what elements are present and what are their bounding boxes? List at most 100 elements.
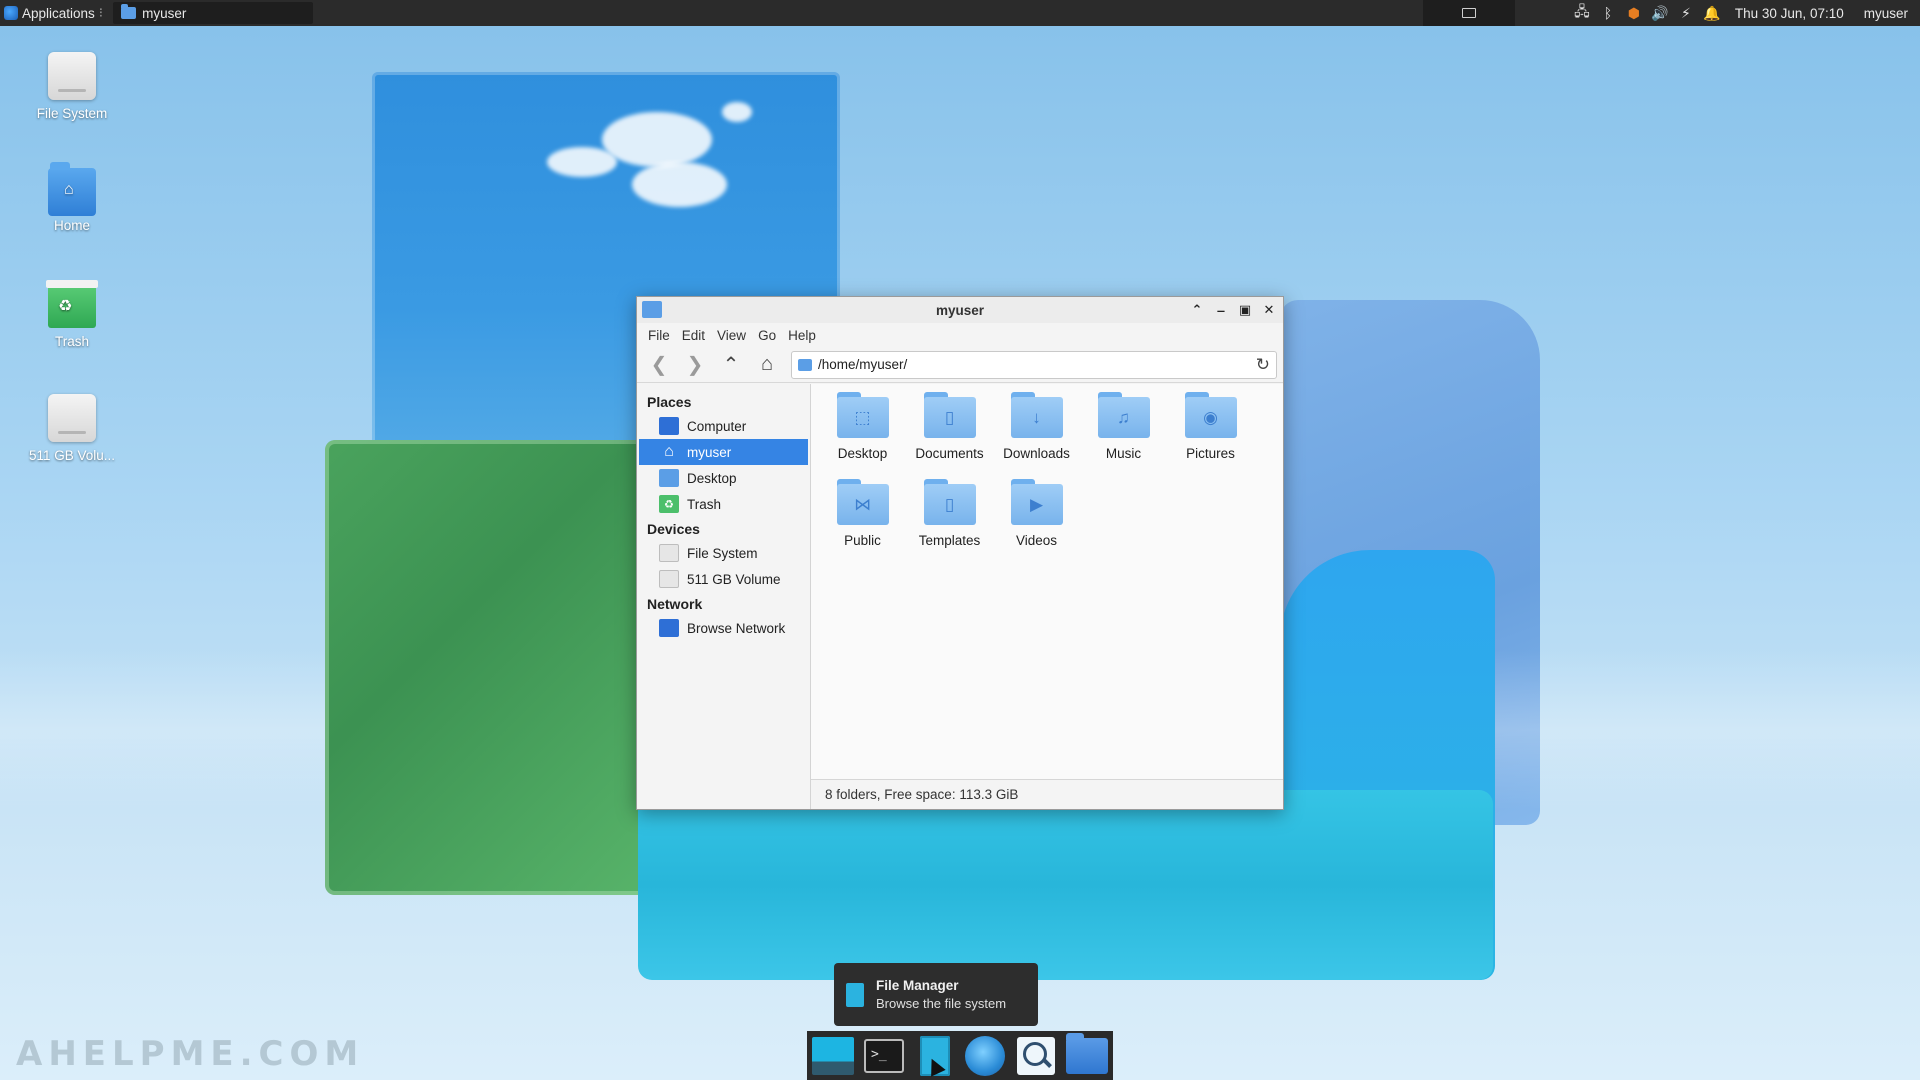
folder-pictures[interactable]: ◉ Pictures [1167, 392, 1254, 461]
desktop-icon-label: File System [36, 106, 108, 121]
notification-bell-icon[interactable]: 🔔 [1703, 4, 1721, 22]
location-path[interactable]: /home/myuser/ [818, 357, 1250, 372]
home-folder-icon [121, 4, 137, 19]
trash-icon: ♻ [46, 280, 98, 328]
taskbar-window-button[interactable]: myuser [113, 2, 314, 24]
user-menu[interactable]: myuser [1864, 6, 1908, 21]
desktop-icon-label: Home [53, 218, 90, 233]
maximize-button[interactable]: ▣ [1235, 300, 1255, 320]
xfce-logo-icon [4, 6, 18, 20]
tooltip-title: File Manager [876, 978, 959, 993]
terminal-icon: >_ [864, 1038, 904, 1073]
folder-grid: ⬚ Desktop ▯ Documents ↓ Downloads ♫ Musi… [819, 392, 1254, 548]
folder-downloads[interactable]: ↓ Downloads [993, 392, 1080, 461]
disk-icon [48, 394, 96, 442]
sidebar-item-label: 511 GB Volume [687, 571, 781, 587]
menu-file[interactable]: File [643, 326, 675, 345]
forward-button[interactable]: ❯ [679, 351, 711, 379]
network-icon [659, 619, 679, 637]
sidebar-item-volume[interactable]: 511 GB Volume [639, 566, 808, 592]
desktop-icon-file-system[interactable]: File System [12, 52, 132, 121]
sidebar-item-file-system[interactable]: File System [639, 540, 808, 566]
home-button[interactable]: ⌂ [751, 351, 783, 379]
sidebar-item-desktop[interactable]: Desktop [639, 465, 808, 491]
desktop-icon-home[interactable]: ⌂ Home [12, 162, 132, 233]
dock-folder[interactable] [1064, 1032, 1109, 1078]
menu-view[interactable]: View [712, 326, 751, 345]
dock-show-desktop[interactable] [811, 1034, 856, 1078]
top-panel: Applications ⁝ myuser 🖧 ᛒ ⬢ 🔊 ⚡ 🔔 Thu 30… [0, 0, 1920, 26]
sidebar-header-places: Places [647, 394, 692, 410]
network-icon[interactable]: 🖧 [1573, 3, 1591, 22]
menu-help[interactable]: Help [783, 326, 821, 345]
menu-go[interactable]: Go [753, 326, 781, 345]
bluetooth-icon[interactable]: ᛒ [1599, 4, 1617, 22]
menu-separator-icon: ⁝ [98, 5, 104, 20]
system-tray: 🖧 ᛒ ⬢ 🔊 ⚡ 🔔 Thu 30 Jun, 07:10 myuser [1573, 0, 1920, 26]
sidebar-header-network: Network [647, 596, 703, 612]
location-bar[interactable]: /home/myuser/ ↻ [791, 350, 1277, 379]
reload-icon[interactable]: ↻ [1256, 355, 1270, 375]
disk-icon [659, 544, 679, 562]
dock-app-finder[interactable] [1014, 1034, 1059, 1078]
folder-label: Public [844, 533, 881, 548]
sidebar-item-myuser[interactable]: ⌂ myuser [639, 439, 808, 465]
downloads-folder-icon: ↓ [1010, 392, 1063, 438]
shade-button[interactable]: ⌃ [1187, 300, 1207, 320]
folder-music[interactable]: ♫ Music [1080, 392, 1167, 461]
folder-templates[interactable]: ▯ Templates [906, 479, 993, 548]
sidebar-item-trash[interactable]: ♻ Trash [639, 491, 808, 517]
wallpaper-cyan-panel [638, 790, 1493, 980]
desktop-folder-icon: ⬚ [836, 392, 889, 438]
dock-web-browser[interactable] [963, 1034, 1008, 1078]
dock-terminal[interactable]: >_ [862, 1034, 907, 1078]
folder-desktop[interactable]: ⬚ Desktop [819, 392, 906, 461]
folder-label: Desktop [837, 446, 888, 461]
home-icon: ⌂ [664, 443, 674, 460]
status-bar: 8 folders, Free space: 113.3 GiB [811, 779, 1283, 809]
disk-icon [48, 52, 96, 100]
clock[interactable]: Thu 30 Jun, 07:10 [1735, 6, 1844, 21]
folder-documents[interactable]: ▯ Documents [906, 392, 993, 461]
applications-label: Applications [22, 5, 95, 21]
sidebar-item-browse-network[interactable]: Browse Network [639, 615, 808, 641]
menu-edit[interactable]: Edit [677, 326, 710, 345]
update-shield-icon[interactable]: ⬢ [1625, 4, 1643, 22]
folder-public[interactable]: ⋈ Public [819, 479, 906, 548]
close-button[interactable]: ✕ [1259, 300, 1279, 320]
window-titlebar[interactable]: myuser ⌃ ‒ ▣ ✕ [637, 297, 1283, 323]
sidebar: Places Computer ⌂ myuser Desktop ♻ Trash… [637, 384, 811, 809]
show-desktop-icon [812, 1036, 855, 1075]
templates-folder-icon: ▯ [923, 479, 976, 525]
power-icon[interactable]: ⚡ [1677, 4, 1695, 22]
folder-videos[interactable]: ▶ Videos [993, 479, 1080, 548]
desktop-icon-volume[interactable]: 511 GB Volu... [12, 394, 132, 463]
workspace-switcher[interactable] [1422, 0, 1515, 26]
minimize-button[interactable]: ‒ [1211, 300, 1231, 320]
sidebar-item-label: Browse Network [687, 620, 786, 636]
trash-icon: ♻ [659, 495, 679, 513]
documents-folder-icon: ▯ [923, 392, 976, 438]
sidebar-header-devices: Devices [647, 521, 700, 537]
file-manager-icon [846, 982, 864, 1007]
menubar: File Edit View Go Help [637, 323, 1283, 347]
desktop-icon-trash[interactable]: ♻ Trash [12, 280, 132, 349]
music-folder-icon: ♫ [1097, 392, 1150, 438]
volume-icon[interactable]: 🔊 [1651, 4, 1669, 22]
sidebar-item-computer[interactable]: Computer [639, 413, 808, 439]
back-button[interactable]: ❮ [643, 351, 675, 379]
tooltip-subtitle: Browse the file system [876, 996, 1007, 1011]
workspace-icon [1461, 8, 1476, 18]
up-button[interactable]: ⌃ [715, 351, 747, 379]
desktop-icon [659, 469, 679, 487]
home-folder-icon [642, 301, 662, 318]
wallpaper-green-panel [325, 440, 655, 895]
desktop-icon-label: Trash [54, 334, 89, 349]
folder-label: Videos [1015, 533, 1058, 548]
applications-menu[interactable]: Applications ⁝ [0, 0, 109, 26]
videos-folder-icon: ▶ [1010, 479, 1063, 525]
desktop-icon-label: 511 GB Volu... [28, 448, 116, 463]
watermark: AHELPME.COM [16, 1034, 365, 1074]
file-view[interactable]: ⬚ Desktop ▯ Documents ↓ Downloads ♫ Musi… [811, 384, 1283, 809]
taskbar-window-title: myuser [142, 5, 187, 21]
